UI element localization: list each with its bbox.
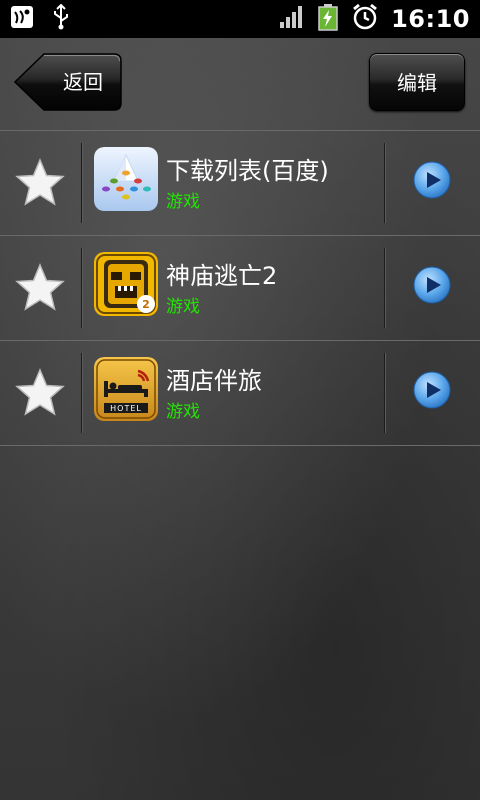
- divider: [81, 248, 83, 328]
- hotel-companion-icon: HOTEL: [94, 357, 158, 421]
- main-content: 返回 编辑 下载列表(百度) 游戏 2 神庙逃亡2 游戏 HOTEL 酒店伴旅 …: [0, 38, 480, 800]
- signal-icon: [279, 5, 305, 33]
- play-icon[interactable]: [413, 161, 451, 199]
- app-category: 游戏: [166, 192, 200, 212]
- divider: [384, 353, 386, 433]
- divider: [81, 143, 83, 223]
- play-icon[interactable]: [413, 371, 451, 409]
- status-bar: 16:10: [0, 0, 480, 38]
- app-category: 游戏: [166, 297, 200, 317]
- app-name: 下载列表(百度): [166, 157, 329, 185]
- baidu-download-list-icon: [94, 147, 158, 211]
- list-item[interactable]: HOTEL 酒店伴旅 游戏: [0, 341, 480, 446]
- list-item[interactable]: 下载列表(百度) 游戏: [0, 131, 480, 236]
- top-bar: 返回 编辑: [0, 38, 480, 131]
- temple-run-2-icon: 2: [94, 252, 158, 316]
- favorite-star-icon[interactable]: [14, 262, 66, 314]
- battery-charging-icon: [317, 3, 339, 35]
- favorite-star-icon[interactable]: [14, 367, 66, 419]
- app-name: 神庙逃亡2: [166, 262, 278, 290]
- app-list: 下载列表(百度) 游戏 2 神庙逃亡2 游戏 HOTEL 酒店伴旅 游戏: [0, 131, 480, 446]
- svg-text:2: 2: [142, 298, 150, 311]
- notification-icon: [10, 5, 34, 33]
- divider: [384, 248, 386, 328]
- list-item[interactable]: 2 神庙逃亡2 游戏: [0, 236, 480, 341]
- back-button-label: 返回: [63, 70, 103, 94]
- app-category: 游戏: [166, 402, 200, 422]
- divider: [384, 143, 386, 223]
- divider: [81, 353, 83, 433]
- play-icon[interactable]: [413, 266, 451, 304]
- svg-text:HOTEL: HOTEL: [110, 404, 142, 413]
- alarm-icon: [351, 3, 379, 35]
- clock: 16:10: [391, 5, 470, 33]
- app-name: 酒店伴旅: [166, 367, 262, 395]
- usb-icon: [52, 3, 70, 34]
- status-bar-left: [10, 3, 70, 34]
- favorite-star-icon[interactable]: [14, 157, 66, 209]
- back-button[interactable]: 返回: [14, 53, 122, 111]
- edit-button[interactable]: 编辑: [369, 53, 465, 111]
- status-bar-right: 16:10: [279, 0, 470, 38]
